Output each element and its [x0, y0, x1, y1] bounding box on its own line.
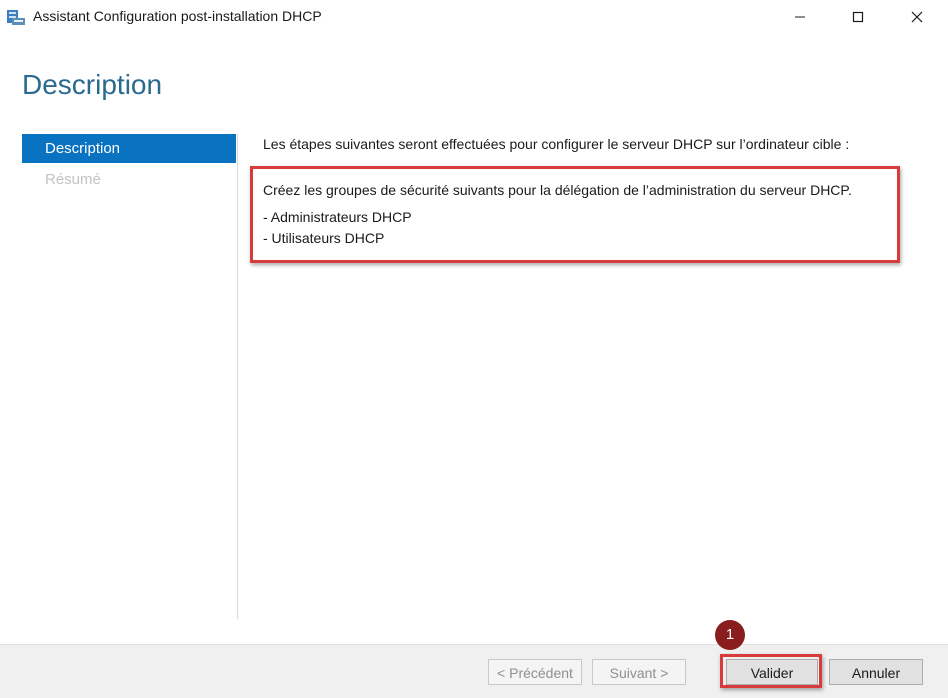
nav-item-resume: Résumé [45, 171, 101, 188]
close-icon [911, 11, 923, 23]
annotation-validate-highlight [720, 654, 822, 688]
minimize-button[interactable] [777, 0, 823, 34]
page-title: Description [22, 69, 163, 100]
server-manager-icon [6, 7, 26, 27]
next-button[interactable]: Suivant > [592, 659, 686, 685]
group-item: - Utilisateurs DHCP [263, 230, 385, 246]
window-title: Assistant Configuration post-installatio… [33, 8, 322, 24]
nav-divider [237, 134, 238, 619]
body-heading: Créez les groupes de sécurité suivants p… [263, 182, 852, 198]
maximize-icon [852, 11, 864, 23]
close-button[interactable] [894, 0, 940, 34]
cancel-button[interactable]: Annuler [829, 659, 923, 685]
minimize-icon [794, 11, 806, 23]
step-badge: 1 [715, 620, 745, 650]
title-bar: Assistant Configuration post-installatio… [0, 0, 948, 34]
maximize-button[interactable] [835, 0, 881, 34]
intro-text: Les étapes suivantes seront effectuées p… [263, 136, 850, 152]
wizard-content: Description Description Résumé Les étape… [0, 34, 948, 644]
previous-button[interactable]: < Précédent [488, 659, 582, 685]
group-item: - Administrateurs DHCP [263, 209, 412, 225]
wizard-nav: Description Résumé [22, 134, 236, 194]
description-body: Créez les groupes de sécurité suivants p… [263, 180, 852, 249]
nav-item-description[interactable]: Description [22, 134, 236, 163]
